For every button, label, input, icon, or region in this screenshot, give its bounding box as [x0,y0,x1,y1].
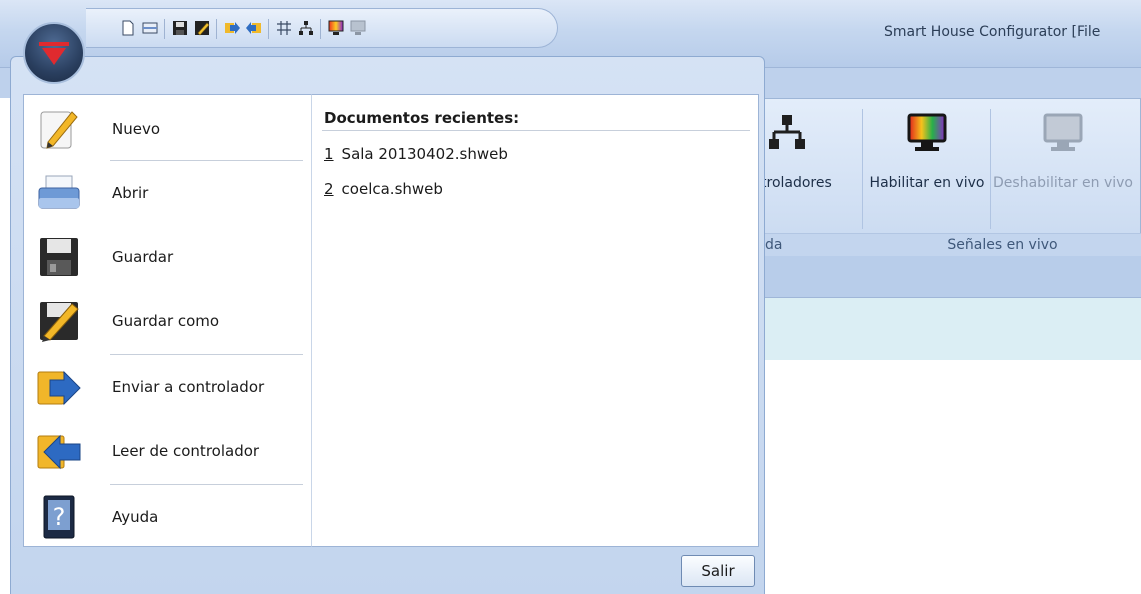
toolbar-separator [216,19,217,39]
save-icon[interactable] [172,20,188,36]
window-title: Smart House Configurator [File [884,24,1101,40]
brand-logo-icon [39,42,69,65]
read-icon[interactable] [246,20,262,36]
live-off-icon[interactable] [350,20,366,36]
folder-arrow-left-icon [37,434,81,470]
menu-separator [110,160,303,161]
menu-item-read-from-controller[interactable]: Leer de controlador [24,420,312,484]
ribbon-bottom-bar [760,256,1141,298]
ribbon-separator [862,109,863,229]
ribbon-separator [990,109,991,229]
floppy-pencil-icon [40,302,79,342]
recent-document-name: coelca.shweb [341,180,443,198]
open-icon[interactable] [142,20,158,36]
ribbon-panel: troladores Habilitar en vivo Deshabilita… [760,98,1141,256]
menu-item-label: Nuevo [112,120,161,138]
menu-separator [110,484,303,485]
disable-live-button[interactable]: Deshabilitar en vivo [993,99,1133,233]
exit-button[interactable]: Salir [681,555,755,587]
ribbon-group-label-live: Señales en vivo [864,233,1141,256]
menu-item-label: Guardar como [112,312,220,330]
send-icon[interactable] [224,20,240,36]
floppy-disk-icon [40,238,78,276]
recent-document-name: Sala 20130402.shweb [341,145,508,163]
toolbar-separator [164,19,165,39]
toolbar-separator [320,19,321,39]
menu-item-label: Leer de controlador [112,442,260,460]
menu-item-label: Enviar a controlador [112,378,265,396]
menu-item-new[interactable]: Nuevo [24,98,312,162]
network-tree-icon [769,115,805,149]
monitor-gray-icon [1043,113,1083,151]
recent-document-item[interactable]: 2 coelca.shweb [324,180,443,198]
recent-documents-title: Documentos recientes: [324,109,520,127]
quick-access-toolbar [86,8,558,48]
menu-item-save-as[interactable]: Guardar como [24,290,312,354]
network-icon[interactable] [298,20,314,36]
menu-item-label: Abrir [112,184,149,202]
menu-item-label: Guardar [112,248,174,266]
controllers-label: troladores [761,175,832,191]
printer-tray-icon [38,175,80,209]
menu-item-save[interactable]: Guardar [24,226,312,290]
menu-separator [110,354,303,355]
menu-commands-panel: Nuevo Abrir Guardar Guardar como Enviar … [23,94,311,547]
application-menu-button[interactable] [23,22,85,84]
recent-document-item[interactable]: 1 Sala 20130402.shweb [324,145,508,163]
menu-item-help[interactable]: ? Ayuda [24,486,312,550]
pencil-paper-icon [40,111,78,149]
toolbar-separator [268,19,269,39]
menu-item-send-to-controller[interactable]: Enviar a controlador [24,356,312,420]
enable-live-button[interactable]: Habilitar en vivo [867,99,987,233]
controllers-button[interactable]: troladores [761,99,861,233]
application-menu: Nuevo Abrir Guardar Guardar como Enviar … [10,56,765,594]
folder-arrow-right-icon [37,370,81,406]
hierarchy-icon[interactable] [276,20,292,36]
svg-text:?: ? [53,503,66,531]
ribbon-group-label-left: da [761,233,864,256]
recent-documents-panel: Documentos recientes: 1 Sala 20130402.shw… [311,94,759,547]
menu-item-label: Ayuda [112,508,159,526]
monitor-color-icon [907,113,947,151]
live-on-icon[interactable] [328,20,344,36]
new-doc-icon[interactable] [120,20,136,36]
recent-documents-divider [322,130,750,131]
menu-item-open[interactable]: Abrir [24,162,312,226]
disable-live-label: Deshabilitar en vivo [993,175,1133,191]
recent-document-number: 2 [324,180,334,198]
help-book-icon: ? [43,495,75,539]
work-area-strip [760,298,1141,360]
save-as-icon[interactable] [194,20,210,36]
recent-document-number: 1 [324,145,334,163]
enable-live-label: Habilitar en vivo [869,175,985,191]
